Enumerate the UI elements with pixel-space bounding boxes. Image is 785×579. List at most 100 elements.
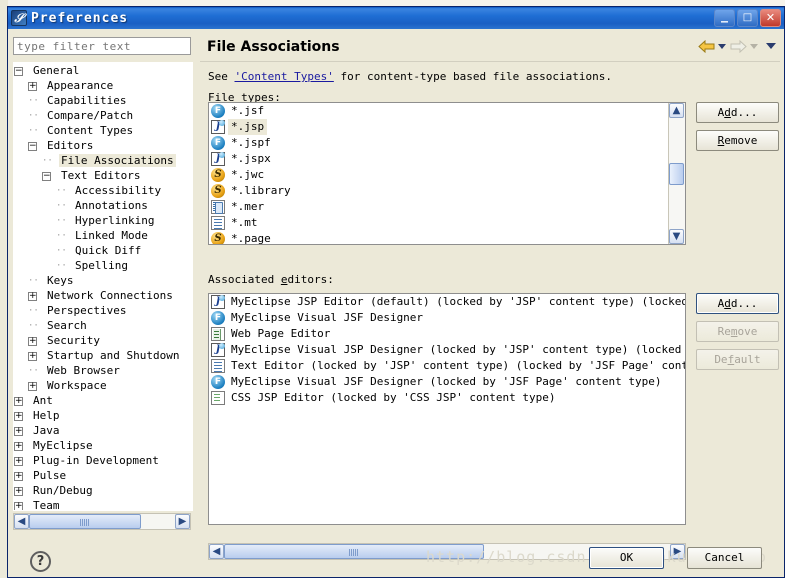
expand-icon[interactable]: + — [28, 351, 37, 361]
add-editor-button[interactable]: Add... — [696, 293, 779, 314]
scroll-up-icon[interactable]: ▲ — [669, 103, 684, 118]
tree-item-general[interactable]: − General — [14, 63, 192, 78]
close-button[interactable]: ✕ — [760, 9, 781, 27]
expand-icon[interactable]: + — [28, 381, 37, 391]
tree-item-editors[interactable]: − Editors — [14, 138, 192, 153]
list-item[interactable]: *.mer — [209, 199, 685, 215]
tree-item-security[interactable]: + Security — [14, 333, 192, 348]
tree-item-network-connections[interactable]: + Network Connections — [14, 288, 192, 303]
ok-button[interactable]: OK — [589, 547, 664, 569]
list-item-label: Web Page Editor — [231, 327, 331, 340]
list-item[interactable]: Text Editor (locked by 'JSP' content typ… — [209, 358, 685, 374]
associated-editors-rows[interactable]: J MyEclipse JSP Editor (default) (locked … — [209, 294, 685, 406]
tree-item-web-browser[interactable]: ·· Web Browser — [14, 363, 192, 378]
content-types-link[interactable]: 'Content Types' — [235, 70, 334, 83]
back-dropdown-icon[interactable] — [718, 43, 726, 49]
associated-editors-list[interactable]: J MyEclipse JSP Editor (default) (locked … — [208, 293, 686, 525]
expand-icon[interactable]: + — [14, 426, 23, 436]
tree-item-plug-in-development[interactable]: + Plug-in Development — [14, 453, 192, 468]
minimize-icon: _ — [721, 7, 728, 23]
help-question-icon[interactable]: ? — [30, 551, 51, 572]
expand-icon[interactable]: + — [28, 291, 37, 301]
expand-icon[interactable]: + — [14, 441, 23, 451]
tree-item-text-editors[interactable]: − Text Editors — [14, 168, 192, 183]
list-item[interactable]: F MyEclipse Visual JSF Designer (locked b… — [209, 374, 685, 390]
collapse-icon[interactable]: − — [14, 66, 23, 76]
tree-item-appearance[interactable]: + Appearance — [14, 78, 192, 93]
list-item[interactable]: J MyEclipse Visual JSP Designer (locked b… — [209, 342, 685, 358]
tree-item-perspectives[interactable]: ·· Perspectives — [14, 303, 192, 318]
scroll-right-icon[interactable]: ▶ — [175, 514, 190, 529]
scroll-track[interactable] — [29, 514, 175, 529]
tree-horizontal-scrollbar[interactable]: ◀ ▶ — [13, 513, 191, 530]
forward-dropdown-icon — [750, 43, 758, 49]
tree-item-linked-mode[interactable]: ·· Linked Mode — [14, 228, 192, 243]
list-item[interactable]: *.mt — [209, 215, 685, 231]
expand-icon[interactable]: + — [14, 486, 23, 496]
list-item[interactable]: CSS JSP Editor (locked by 'CSS JSP' cont… — [209, 390, 685, 406]
list-item-label: *.jspf — [231, 136, 271, 149]
cancel-button[interactable]: Cancel — [687, 547, 762, 569]
file-types-list[interactable]: F *.jsf J *.jsp F *.jspf J *.jspx S *.jwc S *.libra… — [208, 102, 686, 245]
tree-item-team[interactable]: + Team — [14, 498, 192, 510]
scroll-down-icon[interactable]: ▼ — [669, 229, 684, 244]
list-item[interactable]: S *.library — [209, 183, 685, 199]
tree-item-label: Annotations — [75, 199, 148, 212]
file-types-rows[interactable]: F *.jsf J *.jsp F *.jspf J *.jspx S *.jwc S *.libra… — [209, 103, 685, 244]
list-item[interactable]: J MyEclipse JSP Editor (default) (locked … — [209, 294, 685, 310]
tree-item-workspace[interactable]: + Workspace — [14, 378, 192, 393]
expand-icon[interactable]: + — [28, 336, 37, 346]
file-types-vertical-scrollbar[interactable]: ▲ ▼ — [668, 103, 685, 244]
scroll-thumb[interactable] — [669, 163, 684, 185]
collapse-icon[interactable]: − — [28, 141, 37, 151]
maximize-button[interactable]: □ — [737, 9, 758, 27]
add-file-type-button[interactable]: Add... — [696, 102, 779, 123]
scroll-thumb[interactable] — [29, 514, 141, 529]
minimize-button[interactable]: _ — [714, 7, 735, 27]
tree-item-compare-patch[interactable]: ·· Compare/Patch — [14, 108, 192, 123]
expand-icon[interactable]: + — [14, 501, 23, 510]
tree-item-pulse[interactable]: + Pulse — [14, 468, 192, 483]
list-item[interactable]: F *.jsf — [209, 103, 685, 119]
filter-input[interactable] — [13, 37, 191, 55]
list-item[interactable]: F *.jspf — [209, 135, 685, 151]
tree-line-icon: ·· — [56, 230, 67, 241]
tree-item-label: Editors — [47, 139, 94, 152]
tree-item-help[interactable]: + Help — [14, 408, 192, 423]
tree-item-accessibility[interactable]: ·· Accessibility — [14, 183, 192, 198]
tree-item-capabilities[interactable]: ·· Capabilities — [14, 93, 192, 108]
expand-icon[interactable]: + — [28, 81, 37, 91]
chevron-down-icon[interactable] — [766, 43, 776, 49]
tree-item-search[interactable]: ·· Search — [14, 318, 192, 333]
doc-icon — [211, 359, 225, 373]
list-item[interactable]: F MyEclipse Visual JSF Designer — [209, 310, 685, 326]
tree-item-run-debug[interactable]: + Run/Debug — [14, 483, 192, 498]
tree-item-myeclipse[interactable]: + MyEclipse — [14, 438, 192, 453]
list-item[interactable]: S *.jwc — [209, 167, 685, 183]
preferences-tree[interactable]: − General + Appearance ·· Capabilities ·· Compa… — [13, 62, 193, 511]
tree-item-ant[interactable]: + Ant — [14, 393, 192, 408]
tree-item-hyperlinking[interactable]: ·· Hyperlinking — [14, 213, 192, 228]
tree-item-annotations[interactable]: ·· Annotations — [14, 198, 192, 213]
expand-icon[interactable]: + — [14, 411, 23, 421]
expand-icon[interactable]: + — [14, 456, 23, 466]
back-arrow-icon[interactable] — [696, 37, 716, 55]
tree-item-keys[interactable]: ·· Keys — [14, 273, 192, 288]
tree-item-startup-and-shutdown[interactable]: + Startup and Shutdown — [14, 348, 192, 363]
collapse-icon[interactable]: − — [42, 171, 51, 181]
remove-editor-label-mnemonic: m — [730, 325, 738, 338]
tree-item-content-types[interactable]: ·· Content Types — [14, 123, 192, 138]
tree-item-file-associations[interactable]: ·· File Associations — [14, 153, 192, 168]
list-item[interactable]: S *.page — [209, 231, 685, 244]
expand-icon[interactable]: + — [14, 396, 23, 406]
tree-item-spelling[interactable]: ·· Spelling — [14, 258, 192, 273]
list-item[interactable]: J *.jspx — [209, 151, 685, 167]
tree-item-java[interactable]: + Java — [14, 423, 192, 438]
scroll-left-icon[interactable]: ◀ — [14, 514, 29, 529]
list-item[interactable]: J *.jsp — [209, 119, 685, 135]
tree-item-quick-diff[interactable]: ·· Quick Diff — [14, 243, 192, 258]
list-item[interactable]: Web Page Editor — [209, 326, 685, 342]
remove-file-type-button[interactable]: Remove — [696, 130, 779, 151]
grip-icon — [80, 519, 90, 526]
expand-icon[interactable]: + — [14, 471, 23, 481]
